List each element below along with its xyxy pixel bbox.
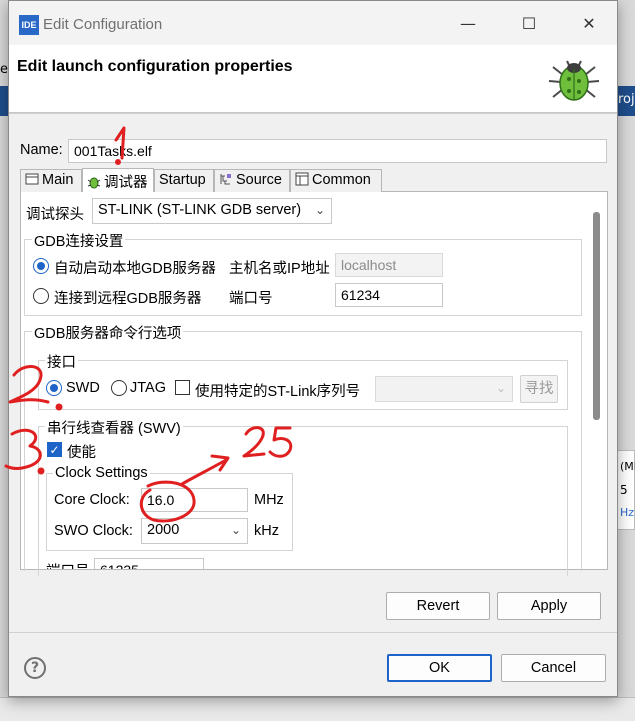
annotation-circle-core-clock — [139, 480, 196, 523]
annotation-3-stroke — [4, 428, 42, 470]
handwritten-annotations — [4, 126, 293, 523]
annotation-2-stroke — [8, 365, 50, 404]
annotation-25-stroke — [242, 426, 266, 458]
annotation-arrow — [180, 458, 228, 486]
annotation-1-stroke — [114, 126, 126, 160]
